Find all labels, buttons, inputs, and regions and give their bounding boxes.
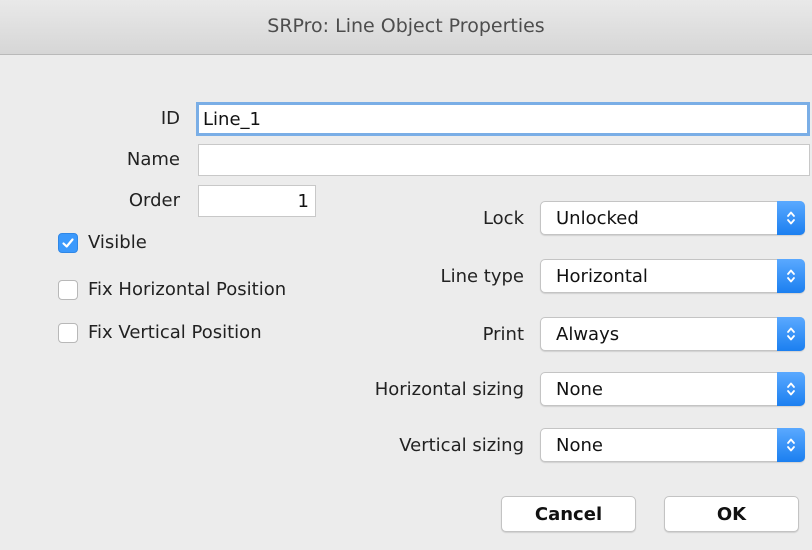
up-down-arrows-icon [777,428,805,462]
lock-label: Lock [482,208,524,229]
window-title: SRPro: Line Object Properties [267,15,545,37]
line-type-popup[interactable]: Horizontal [540,259,805,293]
fix-horizontal-checkbox[interactable]: Fix Horizontal Position [58,279,286,300]
horizontal-sizing-value: None [556,379,603,400]
visible-checkbox[interactable]: Visible [58,232,147,253]
name-field[interactable] [198,144,810,176]
line-type-value: Horizontal [556,266,648,287]
vertical-sizing-popup[interactable]: None [540,428,805,462]
up-down-arrows-icon [777,259,805,293]
order-field[interactable] [198,185,316,217]
print-label: Print [482,324,524,345]
lock-value: Unlocked [556,208,639,229]
name-label: Name [126,149,180,170]
horizontal-sizing-label: Horizontal sizing [374,379,524,400]
print-popup[interactable]: Always [540,317,805,351]
up-down-arrows-icon [777,372,805,406]
vertical-sizing-label: Vertical sizing [399,435,524,456]
id-label: ID [160,108,180,129]
fix-vertical-checkbox-box[interactable] [58,322,78,343]
lock-popup[interactable]: Unlocked [540,201,805,235]
up-down-arrows-icon [777,201,805,235]
ok-button[interactable]: OK [664,496,799,532]
dialog-window: SRPro: Line Object Properties ID Name Or… [0,0,812,550]
checkmark-icon [62,237,74,248]
visible-checkbox-box[interactable] [58,232,78,253]
fix-vertical-checkbox[interactable]: Fix Vertical Position [58,322,262,343]
cancel-button[interactable]: Cancel [501,496,636,532]
dialog-content: ID Name Order Visible Fix Horizontal Pos… [0,55,812,550]
title-bar[interactable]: SRPro: Line Object Properties [0,0,812,55]
fix-horizontal-label: Fix Horizontal Position [88,279,287,300]
fix-vertical-label: Fix Vertical Position [88,322,262,343]
order-label: Order [128,190,180,211]
horizontal-sizing-popup[interactable]: None [540,372,805,406]
vertical-sizing-value: None [556,435,603,456]
print-value: Always [556,324,620,345]
line-type-label: Line type [440,266,524,287]
up-down-arrows-icon [777,317,805,351]
visible-label: Visible [88,232,147,253]
fix-horizontal-checkbox-box[interactable] [58,279,78,300]
id-field[interactable] [196,102,810,136]
